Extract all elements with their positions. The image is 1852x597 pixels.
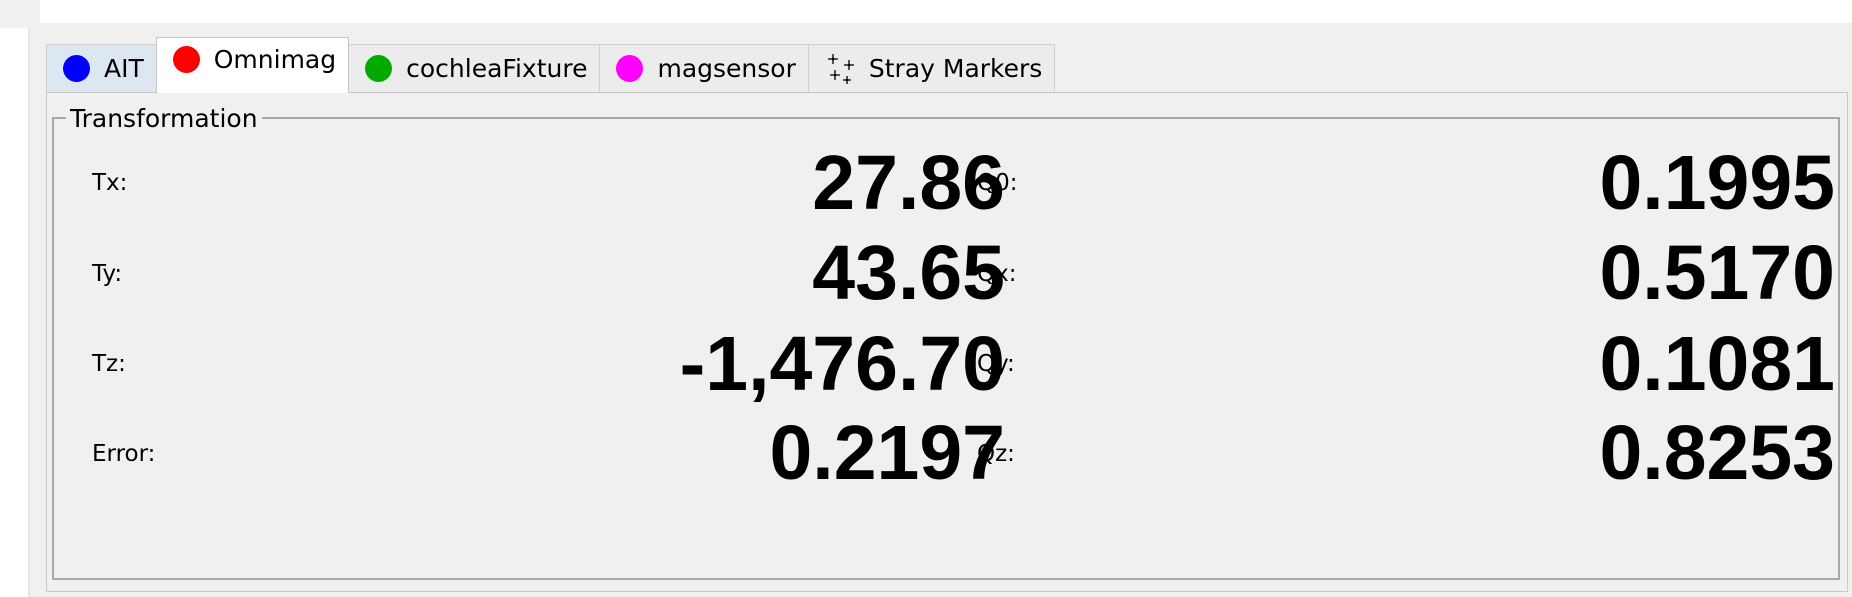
left-panel-edge	[28, 28, 30, 597]
q0-value: 0.1995	[1599, 140, 1835, 226]
qy-value: 0.1081	[1599, 321, 1835, 407]
tab-ait-label: AIT	[104, 54, 144, 83]
qx-value: 0.5170	[1599, 230, 1835, 316]
tab-magsensor[interactable]: magsensor	[599, 44, 809, 92]
tab-magsensor-label: magsensor	[657, 54, 796, 83]
q0-label: Q0:	[977, 170, 1018, 196]
qy-label: Qy:	[977, 351, 1015, 377]
tab-omnimag[interactable]: Omnimag	[155, 37, 350, 93]
tab-stray-markers-label: Stray Markers	[868, 54, 1043, 83]
top-panel-area	[40, 0, 1852, 23]
magenta-dot-icon	[616, 55, 644, 82]
qz-label: Qz:	[977, 441, 1015, 467]
ty-value: 43.65	[812, 230, 1005, 316]
transformation-title: Transformation	[66, 105, 262, 133]
stray-markers-icon	[827, 53, 854, 84]
tz-value: -1,476.70	[679, 321, 1005, 407]
qx-label: Qx:	[977, 261, 1017, 287]
transformation-groupbox: Transformation Tx: 27.86 Ty: 43.65 Tz: -…	[52, 105, 1840, 580]
tool-tab-bar: AIT Omnimag cochleaFixture magsensor Str…	[46, 37, 1056, 93]
qz-value: 0.8253	[1599, 410, 1835, 496]
error-label: Error:	[92, 441, 156, 467]
tab-omnimag-label: Omnimag	[213, 45, 337, 74]
blue-dot-icon	[63, 55, 90, 82]
red-dot-icon	[172, 46, 200, 73]
green-dot-icon	[365, 55, 393, 82]
error-value: 0.2197	[769, 410, 1005, 496]
left-panel-area	[0, 28, 28, 597]
tab-cochleafixture-label: cochleaFixture	[406, 54, 588, 83]
ty-label: Ty:	[92, 261, 123, 287]
tz-label: Tz:	[92, 351, 126, 377]
tx-label: Tx:	[92, 170, 128, 196]
tab-ait[interactable]: AIT	[46, 44, 157, 92]
tab-stray-markers[interactable]: Stray Markers	[807, 44, 1056, 92]
tx-value: 27.86	[812, 140, 1005, 226]
tab-cochleafixture[interactable]: cochleaFixture	[348, 44, 601, 92]
tab-content-panel: Transformation Tx: 27.86 Ty: 43.65 Tz: -…	[46, 92, 1848, 592]
